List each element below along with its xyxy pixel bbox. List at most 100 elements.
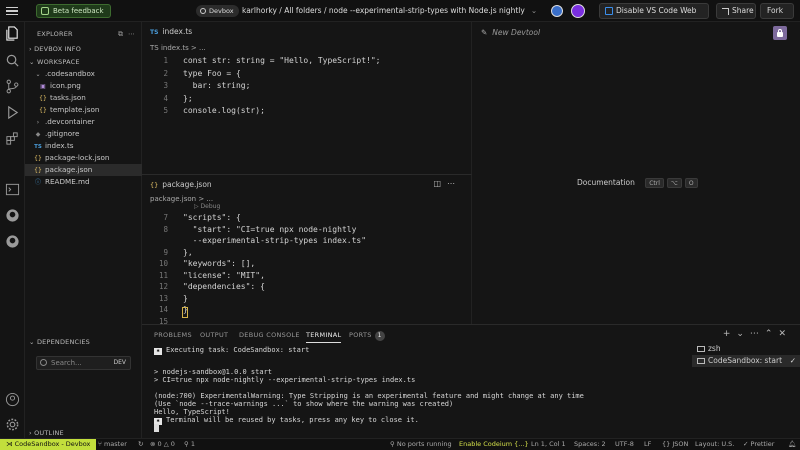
more-icon[interactable]: ⋯ <box>447 179 461 188</box>
dependencies-search-input[interactable]: Search... DEV <box>36 356 131 370</box>
devbox-badge[interactable]: Devbox <box>196 5 239 17</box>
code-line[interactable]: 10 "keywords": [], <box>142 258 462 270</box>
editor-group-bottom: {} package.json ◫⋯ package.json > ... ▷ D… <box>142 174 472 326</box>
remote-indicator[interactable]: ⋊ CodeSandbox - Devbox <box>0 439 97 450</box>
tree-item-label: tasks.json <box>50 93 86 102</box>
code-line[interactable]: 1 const str: string = "Hello, TypeScript!… <box>142 55 462 67</box>
hamburger-menu-icon[interactable] <box>6 5 18 17</box>
sync-icon[interactable]: ↻ <box>138 439 143 450</box>
dev-toggle[interactable]: DEV <box>113 357 126 369</box>
code-text: "start": "CI=true npx node-nightly <box>183 224 357 234</box>
cursor-position[interactable]: Ln 1, Col 1 <box>531 439 566 450</box>
new-file-icon[interactable]: ⧉ <box>118 30 128 38</box>
code-line[interactable]: 14} <box>142 304 462 316</box>
search-icon[interactable] <box>5 53 20 68</box>
ports-indicator[interactable]: ⚲ 1 <box>184 439 195 450</box>
add-terminal-icon[interactable]: + <box>723 329 737 339</box>
branch-indicator[interactable]: ⑂ master <box>98 439 127 450</box>
tree-item-label: README.md <box>45 177 90 186</box>
editor-breadcrumb[interactable]: package.json > ... <box>150 195 213 203</box>
tab-label: package.json <box>162 180 212 189</box>
sandbox-breadcrumb[interactable]: karlhorky / All folders / node --experim… <box>242 5 537 17</box>
tree-folder-devcontainer[interactable]: › .devcontainer <box>25 116 142 128</box>
settings-gear-icon[interactable] <box>5 417 20 432</box>
tree-item-label: .codesandbox <box>45 69 95 78</box>
github-actions-icon[interactable] <box>5 234 20 249</box>
problems-indicator[interactable]: ⊗ 0 △ 0 <box>150 439 175 450</box>
code-line[interactable]: 11 "license": "MIT", <box>142 270 462 282</box>
keyboard-layout[interactable]: Layout: U.S. <box>695 439 734 450</box>
tree-file-readme-md[interactable]: ⓘ README.md <box>25 176 142 188</box>
code-line[interactable]: 13} <box>142 293 462 305</box>
beta-feedback-button[interactable]: Beta feedback <box>36 4 111 18</box>
editor-breadcrumb[interactable]: TS index.ts > ... <box>150 44 206 52</box>
indentation[interactable]: Spaces: 2 <box>574 439 606 450</box>
code-line[interactable]: 9}, <box>142 247 462 259</box>
end-of-line[interactable]: LF <box>644 439 651 450</box>
tree-file-gitignore[interactable]: ◆ .gitignore <box>25 128 142 140</box>
dependencies-section[interactable]: ⌄ DEPENDENCIES <box>29 338 90 348</box>
disable-vscode-web-button[interactable]: Disable VS Code Web <box>599 3 709 19</box>
code-line[interactable]: 4}; <box>142 93 462 105</box>
more-icon[interactable]: ⋯ <box>128 30 140 38</box>
prettier-status[interactable]: ✓ Prettier <box>743 439 774 450</box>
code-line[interactable]: 8 "start": "CI=true npx node-nightly <box>142 224 462 236</box>
avatar[interactable] <box>551 5 563 17</box>
editor-actions: ◫⋯ <box>433 179 461 188</box>
code-line[interactable]: 7 "scripts": { <box>142 212 462 224</box>
tree-file-icon-png[interactable]: ▣ icon.png <box>25 80 142 92</box>
split-editor-icon[interactable]: ◫ <box>433 179 447 188</box>
avatar-secondary[interactable] <box>571 4 585 18</box>
source-control-icon[interactable] <box>5 79 20 94</box>
devtool-tab[interactable]: ✎ New Devtool <box>481 28 540 37</box>
more-icon[interactable]: ⋯ <box>750 329 765 339</box>
tab-package-json[interactable]: {} package.json <box>150 180 212 189</box>
explorer-files-icon[interactable] <box>5 26 20 41</box>
close-icon[interactable]: ✕ <box>778 329 792 339</box>
devbox-label: Devbox <box>209 7 234 15</box>
code-line[interactable]: 2 type Foo = { <box>142 68 462 80</box>
codeium-toggle[interactable]: Enable Codeium {...} <box>459 439 529 450</box>
chevron-up-icon[interactable]: ⌃ <box>765 329 779 339</box>
check-icon: ✓ <box>789 356 796 365</box>
tree-file-tasks-json[interactable]: {} tasks.json <box>25 92 142 104</box>
notifications-bell-icon[interactable]: 🔔︎ <box>788 439 796 450</box>
share-button[interactable]: Share <box>716 3 756 19</box>
debug-codelens[interactable]: ▷ Debug <box>194 203 220 210</box>
tree-file-package-json[interactable]: {} package.json <box>25 164 142 176</box>
tab-problems[interactable]: PROBLEMS <box>154 331 192 339</box>
tab-output[interactable]: OUTPUT <box>200 331 228 339</box>
run-debug-icon[interactable] <box>5 105 20 120</box>
tab-debug-console[interactable]: DEBUG CONSOLE <box>239 331 300 339</box>
tab-index-ts[interactable]: TS index.ts <box>150 27 192 36</box>
tree-file-index-ts[interactable]: TS index.ts <box>25 140 142 152</box>
language-mode[interactable]: {} JSON <box>662 439 688 450</box>
workspace-section[interactable]: ⌄ WORKSPACE <box>29 58 80 68</box>
code-line[interactable]: --experimental-strip-types index.ts" <box>142 235 462 247</box>
line-number: 14 <box>158 305 168 314</box>
account-icon[interactable] <box>5 392 20 407</box>
no-ports-indicator[interactable]: ⚲ No ports running <box>390 439 452 450</box>
terminal-icon[interactable] <box>5 182 20 197</box>
fork-button[interactable]: Fork ⌄ <box>760 3 794 29</box>
terminal-cursor[interactable] <box>154 424 159 434</box>
terminal-item-codesandbox-start[interactable]: CodeSandbox: start ✓ <box>692 355 800 367</box>
tab-ports[interactable]: PORTS 1 <box>349 331 385 341</box>
tree-file-package-lock-json[interactable]: {} package-lock.json <box>25 152 142 164</box>
code-line[interactable]: 5 console.log(str); <box>142 105 462 117</box>
documentation-shortcut[interactable]: Documentation Ctrl ⌥ O <box>577 178 698 188</box>
extensions-icon[interactable] <box>5 131 20 146</box>
explorer-actions[interactable]: ⧉⋯ <box>118 30 140 39</box>
tree-file-template-json[interactable]: {} template.json <box>25 104 142 116</box>
lock-button[interactable] <box>773 26 787 40</box>
chevron-down-icon[interactable]: ⌄ <box>736 329 750 339</box>
github-icon[interactable] <box>5 208 20 223</box>
line-number: 11 <box>158 270 168 280</box>
tree-folder-codesandbox[interactable]: ⌄ .codesandbox <box>25 68 142 80</box>
code-line[interactable]: 12 "dependencies": { <box>142 281 462 293</box>
code-line[interactable]: 3 bar: string; <box>142 80 462 92</box>
terminal-item-zsh[interactable]: zsh <box>692 343 800 355</box>
devbox-info-section[interactable]: › DEVBOX INFO <box>29 45 81 55</box>
tab-terminal[interactable]: TERMINAL <box>306 331 342 343</box>
encoding[interactable]: UTF-8 <box>615 439 634 450</box>
